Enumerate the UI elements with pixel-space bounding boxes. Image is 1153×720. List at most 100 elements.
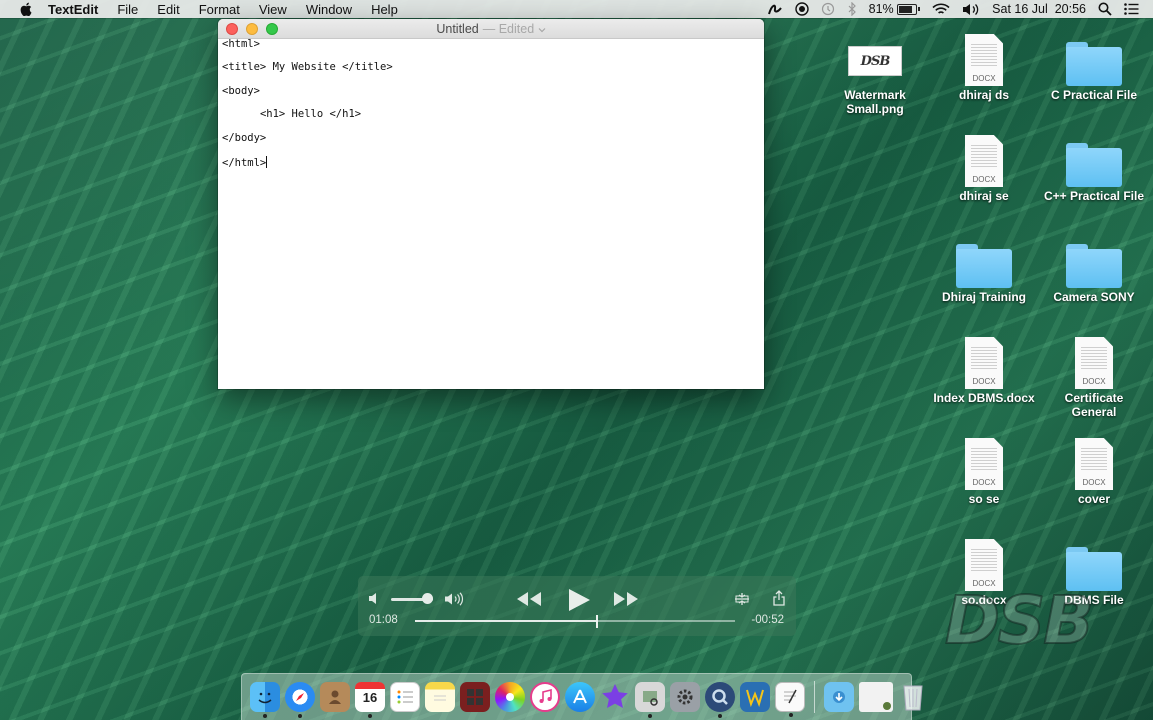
desktop-folder-camera-sony[interactable]: Camera SONY [1042,230,1146,304]
dock-trash[interactable] [898,682,928,712]
apple-menu-icon[interactable] [18,2,34,16]
contacts-icon [329,690,341,704]
volume-slider-knob[interactable] [421,593,433,604]
dock-finder[interactable] [250,682,280,718]
desktop-folder-dhiraj-training[interactable]: Dhiraj Training [932,230,1036,304]
window-controls [226,23,278,35]
dock-wunderlist[interactable] [740,682,770,712]
script-editor-icon[interactable] [767,2,783,16]
dock-contacts[interactable] [320,682,350,712]
photo-booth-icon [467,689,483,705]
menu-bar: TextEdit File Edit Format View Window He… [0,0,1153,18]
menu-window[interactable]: Window [306,2,352,17]
close-button[interactable] [226,23,238,35]
app-badge-icon [883,702,891,710]
play-button[interactable] [567,589,591,616]
dock-safari[interactable] [285,682,315,718]
menu-file[interactable]: File [117,2,138,17]
wifi-icon[interactable] [932,3,950,16]
desktop-file-dhiraj-se[interactable]: DOCX dhiraj se [932,129,1036,203]
desktop-folder-cpp-practical-file[interactable]: C++ Practical File [1042,129,1146,203]
desktop-file-cover[interactable]: DOCX cover [1042,432,1146,506]
playhead-handle[interactable] [596,615,599,628]
menu-edit[interactable]: Edit [157,2,179,17]
zoom-button[interactable] [266,23,278,35]
picture-in-picture-icon[interactable] [734,591,750,612]
dock-minimized-window[interactable] [859,682,893,712]
folder-icon [1066,143,1122,187]
docx-document-icon: DOCX [965,34,1003,86]
code-line: <html> [222,38,260,50]
dock-preview[interactable] [635,682,665,718]
bluetooth-icon[interactable] [847,2,857,16]
folder-icon [1066,42,1122,86]
dock-imovie[interactable] [600,682,630,712]
volume-high-icon[interactable] [444,592,466,611]
window-titlebar[interactable]: Untitled — Edited [218,19,764,39]
menu-help[interactable]: Help [371,2,398,17]
notes-icon [434,695,446,701]
dock-textedit[interactable] [775,682,805,717]
video-scrubber[interactable] [415,615,735,628]
current-time: 01:08 [369,614,398,626]
text-caret [266,155,268,168]
minimize-button[interactable] [246,23,258,35]
dock-quicktime[interactable] [705,682,735,718]
dock-system-preferences[interactable] [670,682,700,712]
gear-icon [677,689,693,705]
code-line: </body> [222,131,267,144]
volume-low-icon[interactable] [368,592,382,610]
desktop-file-dhiraj-ds[interactable]: DOCX dhiraj ds [932,28,1036,102]
textedit-icon [784,689,797,704]
menu-format[interactable]: Format [199,2,240,17]
music-note-icon [539,689,552,703]
fast-forward-button[interactable] [613,591,639,612]
record-icon[interactable] [794,2,809,16]
code-line-last: </html> [222,155,268,169]
document-text-area[interactable]: <html> <title> My Website </title> <body… [218,38,764,179]
docx-document-icon: DOCX [965,438,1003,490]
video-progress-fill [415,620,598,622]
battery-indicator[interactable]: 81% [869,2,921,16]
dock-reminders[interactable] [390,682,420,712]
desktop-folder-c-practical-file[interactable]: C Practical File [1042,28,1146,102]
desktop-file-certificate-general[interactable]: DOCX Certificate General [1042,331,1146,419]
dock-calendar[interactable]: 16 [355,682,385,718]
dock-notes[interactable] [425,682,455,712]
folder-icon [956,244,1012,288]
safari-compass-icon [296,693,304,701]
battery-icon [897,3,918,15]
finder-icon [258,692,272,704]
chevron-down-icon [538,27,546,32]
desktop-file-index-dbms[interactable]: DOCX Index DBMS.docx [932,331,1036,405]
app-store-icon [573,689,587,704]
time-machine-icon[interactable] [821,2,835,16]
image-thumbnail-icon: DSB [848,46,902,76]
docx-document-icon: DOCX [1075,337,1113,389]
download-arrow-icon [833,691,845,703]
dock-itunes[interactable] [530,682,560,712]
code-line: <title> My Website </title> [222,61,393,74]
desktop-file-so-se[interactable]: DOCX so se [932,432,1036,506]
rewind-button[interactable] [516,591,542,612]
notification-center-icon[interactable] [1124,3,1139,15]
dock-photos[interactable] [495,682,525,712]
dock-app-store[interactable] [565,682,595,712]
textedit-window: Untitled — Edited <html> <title> My Webs… [218,19,764,389]
menu-app-name[interactable]: TextEdit [48,2,98,17]
dock-downloads-folder[interactable] [824,682,854,712]
window-edited-status[interactable]: — Edited [483,22,546,36]
reminders-list-icon [397,690,413,704]
clock[interactable]: Sat 16 Jul 20:56 [992,2,1086,16]
desktop-file-watermark-small[interactable]: DSB Watermark Small.png [823,28,927,116]
dock-photo-booth[interactable] [460,682,490,712]
share-icon[interactable] [772,590,786,611]
preview-icon [643,691,658,706]
code-line: <body> [222,84,260,97]
spotlight-search-icon[interactable] [1098,2,1112,16]
star-icon [602,684,628,708]
menu-view[interactable]: View [259,2,287,17]
code-line: <h1> Hello </h1> [222,108,362,121]
video-player-controls: 01:08 -00:52 [358,576,796,636]
volume-icon[interactable] [962,3,980,16]
